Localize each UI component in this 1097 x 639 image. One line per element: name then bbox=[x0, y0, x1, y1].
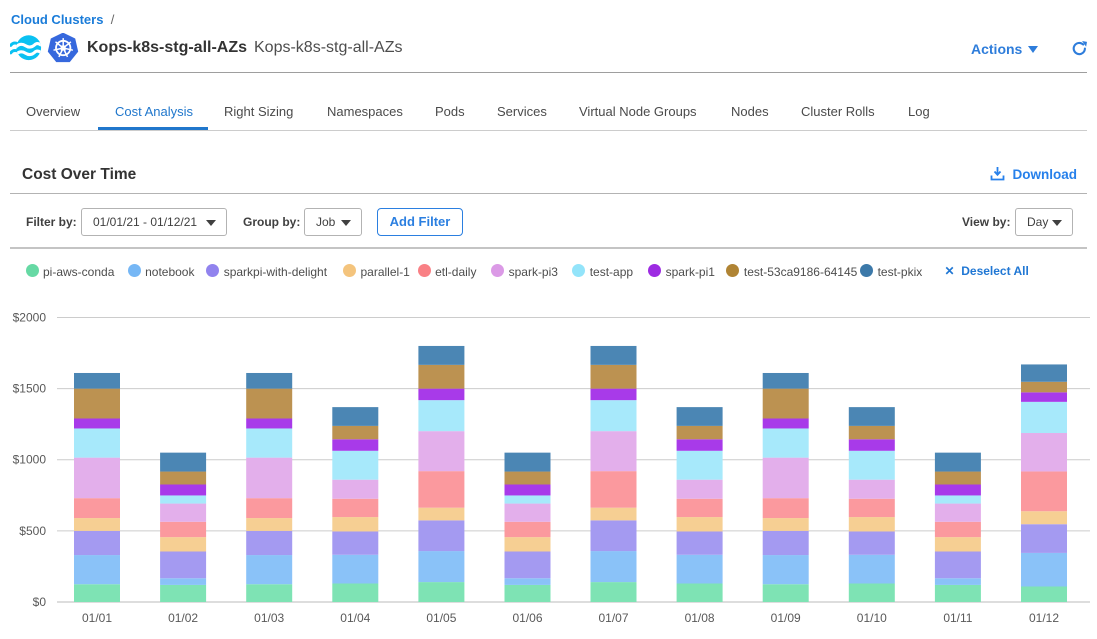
svg-text:01/09: 01/09 bbox=[771, 611, 801, 625]
svg-text:01/01: 01/01 bbox=[82, 611, 112, 625]
svg-text:01/07: 01/07 bbox=[598, 611, 628, 625]
svg-text:01/03: 01/03 bbox=[254, 611, 284, 625]
svg-text:01/02: 01/02 bbox=[168, 611, 198, 625]
svg-text:01/04: 01/04 bbox=[340, 611, 370, 625]
svg-text:01/06: 01/06 bbox=[512, 611, 542, 625]
svg-text:$0: $0 bbox=[33, 595, 47, 609]
svg-text:01/08: 01/08 bbox=[685, 611, 715, 625]
svg-text:01/12: 01/12 bbox=[1029, 611, 1059, 625]
svg-text:$2000: $2000 bbox=[13, 311, 47, 325]
svg-text:$1500: $1500 bbox=[13, 382, 47, 396]
svg-text:$500: $500 bbox=[19, 524, 46, 538]
svg-text:$1000: $1000 bbox=[13, 453, 47, 467]
svg-text:01/10: 01/10 bbox=[857, 611, 887, 625]
svg-text:01/11: 01/11 bbox=[943, 611, 972, 625]
svg-text:01/05: 01/05 bbox=[426, 611, 456, 625]
